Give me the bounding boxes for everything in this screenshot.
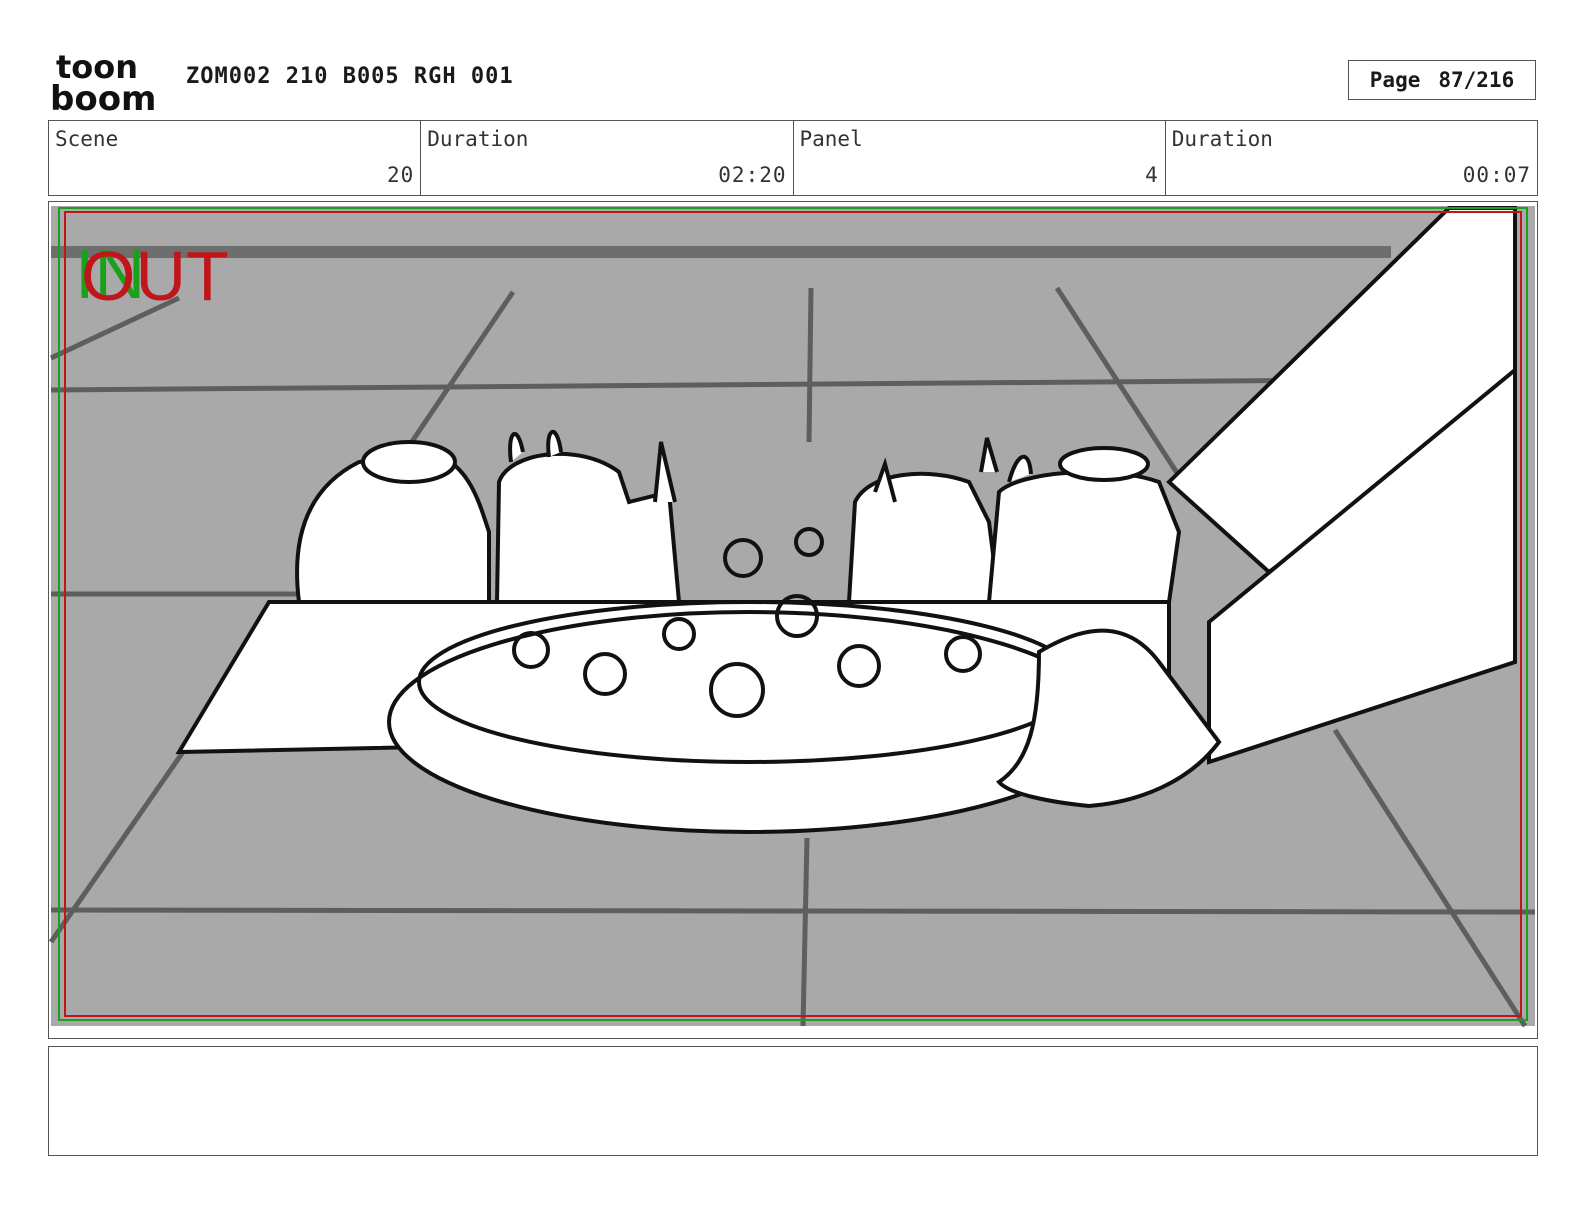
scene-value: 20 xyxy=(386,163,415,187)
panel-value: 4 xyxy=(1145,163,1159,187)
logo-text-bottom: boom xyxy=(50,79,156,114)
panel-duration-label: Duration xyxy=(1171,127,1273,151)
storyboard-panel: IN OUT xyxy=(48,201,1538,1039)
scene-cell: Scene 20 xyxy=(49,121,422,195)
page-value: 87/216 xyxy=(1438,68,1515,92)
scene-duration-label: Duration xyxy=(427,127,529,151)
page-label: Page xyxy=(1369,68,1421,92)
counter-edge xyxy=(51,246,1391,258)
out-marker: OUT xyxy=(81,237,229,315)
panel-duration-cell: Duration 00:07 xyxy=(1166,121,1537,195)
scene-duration-value: 02:20 xyxy=(718,163,787,187)
scene-duration-cell: Duration 02:20 xyxy=(421,121,794,195)
scene-label: Scene xyxy=(55,127,119,151)
scene-info-row: Scene 20 Duration 02:20 Panel 4 Duration… xyxy=(48,120,1538,196)
panel-notes[interactable] xyxy=(48,1046,1538,1156)
panel-drawing: IN OUT xyxy=(49,206,1536,1028)
page-indicator: Page 87/216 xyxy=(1348,60,1536,100)
panel-label: Panel xyxy=(799,127,863,151)
panel-duration-value: 00:07 xyxy=(1462,163,1531,187)
toon-boom-logo: toon boom xyxy=(50,50,156,114)
project-title: ZOM002 210 B005 RGH 001 xyxy=(186,64,514,89)
panel-cell: Panel 4 xyxy=(794,121,1166,195)
